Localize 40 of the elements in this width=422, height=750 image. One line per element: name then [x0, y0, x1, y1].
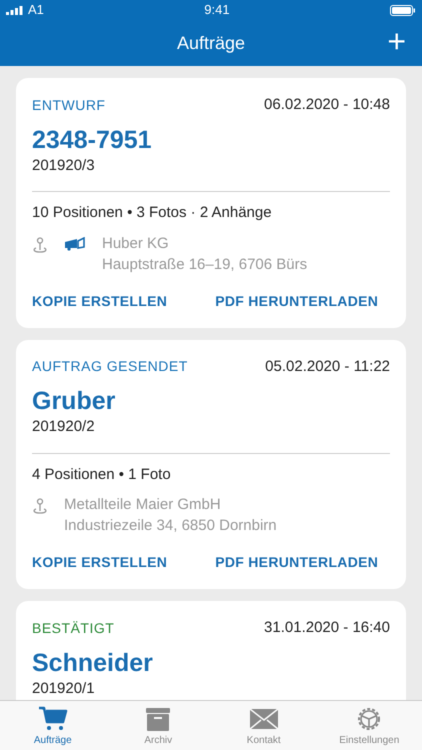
company-address: Industriezeile 34, 6850 Dornbirn: [64, 516, 277, 536]
order-date: 05.02.2020 - 11:22: [265, 356, 390, 376]
action-link[interactable]: PDF HERUNTERLADEN: [215, 290, 378, 312]
action-link[interactable]: KOPIE ERSTELLEN: [32, 552, 168, 573]
pin-icon: [32, 498, 48, 516]
status-label: ENTWURF: [32, 96, 106, 115]
pin-icon: [32, 236, 48, 254]
order-number: 201920/2: [32, 417, 96, 437]
page-title: Aufträge: [176, 32, 246, 55]
tab-bar-item[interactable]: Archiv: [106, 701, 211, 750]
signal-icon: [6, 6, 24, 14]
clock-time: 9:41: [204, 1, 230, 20]
tab-bar-item[interactable]: Aufträge: [0, 701, 106, 750]
tab-bar-item[interactable]: Einstellungen: [316, 701, 422, 750]
order-title: 2348-7951: [32, 124, 153, 154]
tab-bar-item[interactable]: Kontakt: [211, 701, 316, 750]
action-link[interactable]: PDF HERUNTERLADEN: [215, 552, 378, 573]
company-name: Metallteile Maier GmbH: [64, 495, 222, 515]
order-summary: 4 Positionen • 1 Foto: [32, 464, 172, 484]
status-label: BESTÄTIGT: [32, 618, 114, 638]
company-name: Huber KG: [102, 234, 170, 254]
order-date: 06.02.2020 - 10:48: [264, 95, 390, 115]
order-card[interactable]: AUFTRAG GESENDET 05.02.2020 - 11:22 Gruber 201920/2 4 Positionen • 1 Foto Metallteile Maier GmbH Industriezeile 34, 6850 Dornbirn KOPIE ERSTELLEN PDF HERUNTERLADEN: [16, 340, 406, 589]
cart-icon: [38, 706, 68, 732]
archive-box-icon: [145, 706, 172, 732]
battery-icon: [390, 4, 416, 16]
action-link[interactable]: KOPIE ERSTELLEN: [32, 290, 168, 312]
order-card[interactable]: ENTWURF 06.02.2020 - 10:48 2348-7951 201920/3 10 Positionen • 3 Fotos · 2 Anhänge Huber KG Hauptstraße 16–19, 6706 Bürs KOPIE ERSTELLEN PDF HERUNTERLADEN: [16, 78, 406, 328]
order-number: 201920/1: [32, 678, 96, 698]
add-button[interactable]: +: [383, 24, 410, 58]
order-title: Schneider: [32, 648, 154, 678]
order-card[interactable]: BESTÄTIGT 31.01.2020 - 16:40 Schneider 201920/1: [16, 601, 406, 700]
order-summary: 10 Positionen • 3 Fotos · 2 Anhänge: [32, 203, 273, 223]
order-number: 201920/3: [32, 156, 96, 176]
status-label: AUFTRAG GESENDET: [32, 357, 188, 376]
carrier-name: A1: [28, 1, 44, 20]
mail-icon: [250, 708, 278, 730]
order-date: 31.01.2020 - 16:40: [264, 618, 390, 638]
company-address: Hauptstraße 16–19, 6706 Bürs: [102, 254, 308, 274]
order-title: Gruber: [32, 386, 116, 416]
